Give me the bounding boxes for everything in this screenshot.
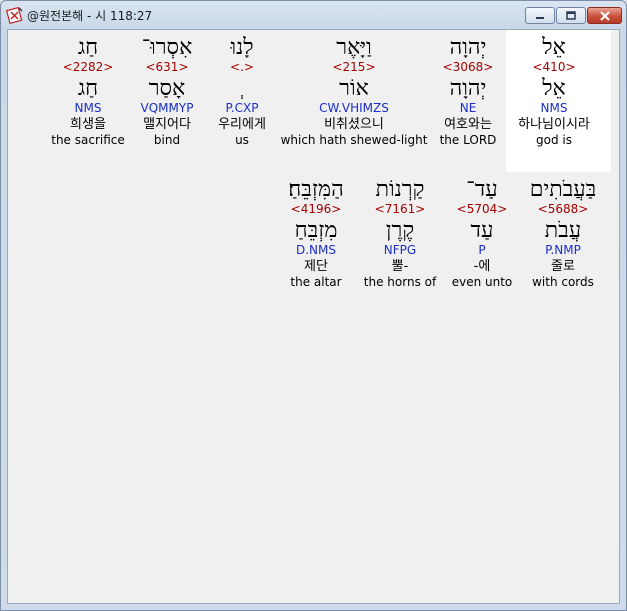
minimize-button[interactable] — [525, 7, 555, 24]
word-column[interactable]: לָנוּ <.> ְ P.CXP 우리에게 us — [218, 36, 266, 148]
grammar-code: P.CXP — [225, 101, 259, 115]
grammar-code: VQMMYP — [140, 101, 194, 115]
app-window: @원전본해 - 시 118:27 אֵל <410> אֵל NMS 하나님이시… — [0, 0, 627, 611]
hebrew-lemma: ְ — [218, 77, 266, 101]
grammar-code: NMS — [540, 101, 568, 115]
korean-gloss: 줄로 — [551, 259, 575, 274]
grammar-code: P — [478, 243, 486, 257]
title-bar[interactable]: @원전본해 - 시 118:27 — [1, 1, 626, 29]
hebrew-lemma: חַג — [77, 76, 99, 101]
hebrew-lemma: יְהוָה — [449, 76, 487, 101]
grammar-code: D.NMS — [295, 243, 337, 257]
strong-number[interactable]: <7161> — [364, 202, 436, 217]
minimize-icon — [536, 16, 544, 19]
korean-gloss: 우리에게 — [218, 117, 266, 132]
word-column[interactable]: הַמִּזְבֵּחַ׃ <4196> מִזְבֵּחַ D.NMS 제단 … — [288, 178, 343, 290]
word-column[interactable]: אִסְרוּ־ <631> אָסַר VQMMYP 맬지어다 bind — [141, 36, 194, 148]
strong-number[interactable]: <5704> — [452, 202, 513, 217]
hebrew-word: קַרְנוֹת — [375, 177, 425, 202]
english-gloss: bind — [153, 133, 181, 147]
hebrew-word: לָנוּ — [230, 35, 254, 60]
hebrew-word: יְהוָה — [449, 35, 487, 60]
grammar-code: P.NMP — [545, 243, 581, 257]
strong-number[interactable]: <410> — [518, 60, 590, 75]
close-button[interactable] — [587, 7, 622, 24]
word-column[interactable]: קַרְנוֹת <7161> קֶרֶן NFPG 뿔- the horns … — [364, 178, 436, 290]
grammar-code: NMS — [74, 101, 102, 115]
english-gloss: which hath shewed-light — [280, 133, 428, 147]
word-column[interactable]: חַג <2282> חַג NMS 희생을 the sacrifice — [51, 36, 125, 148]
close-icon — [599, 10, 610, 21]
hebrew-word: חַג — [77, 35, 99, 60]
english-gloss: the LORD — [439, 133, 497, 147]
korean-gloss: 맬지어다 — [143, 117, 191, 132]
english-gloss: god is — [536, 133, 572, 147]
hebrew-lemma: אָסַר — [148, 76, 186, 101]
bible-app-icon[interactable] — [5, 6, 24, 25]
strong-number[interactable]: <3068> — [440, 60, 497, 75]
hebrew-word: וַיָּאֶר — [336, 35, 372, 60]
maximize-button[interactable] — [556, 7, 586, 24]
word-column[interactable]: יְהוָה <3068> יְהוָה NE 여호와는 the LORD — [440, 36, 497, 148]
strong-number[interactable]: <4196> — [288, 202, 343, 217]
korean-gloss: 제단 — [304, 259, 328, 274]
english-gloss: us — [235, 133, 249, 147]
english-gloss: the sacrifice — [51, 133, 125, 147]
strong-number[interactable]: <2282> — [51, 60, 125, 75]
hebrew-lemma: עַד — [470, 218, 494, 243]
english-gloss: even unto — [451, 275, 513, 289]
hebrew-lemma: עֲבֹת — [544, 218, 582, 243]
korean-gloss: 희생을 — [70, 117, 106, 132]
window-title: @원전본해 - 시 118:27 — [27, 9, 153, 23]
interlinear-view[interactable]: אֵל <410> אֵל NMS 하나님이시라 god is יְהוָה <… — [7, 29, 620, 604]
strong-number[interactable]: <.> — [218, 60, 266, 75]
korean-gloss: 뿔- — [391, 259, 409, 274]
word-column[interactable]: וַיָּאֶר <215> אוֹר CW.VHIMZS 비취셨으니 whic… — [281, 36, 428, 148]
hebrew-lemma: אֵל — [542, 76, 566, 101]
korean-gloss: 비취셨으니 — [324, 117, 384, 132]
hebrew-lemma: מִזְבֵּחַ — [294, 218, 338, 243]
hebrew-word: עַד־ — [466, 177, 498, 202]
hebrew-word: אִסְרוּ־ — [141, 35, 193, 60]
word-column[interactable]: עַד־ <5704> עַד P -에 even unto — [452, 178, 513, 290]
strong-number[interactable]: <215> — [281, 60, 428, 75]
strong-number[interactable]: <5688> — [530, 202, 597, 217]
maximize-icon — [566, 10, 576, 20]
english-gloss: the horns of — [363, 275, 437, 289]
hebrew-word: בַּעֲבֹתִים — [529, 177, 597, 202]
hebrew-lemma: קֶרֶן — [385, 218, 415, 243]
hebrew-word: הַמִּזְבֵּחַ׃ — [288, 177, 344, 202]
strong-number[interactable]: <631> — [141, 60, 194, 75]
grammar-code: NFPG — [383, 243, 417, 257]
english-gloss: the altar — [290, 275, 342, 289]
hebrew-word: אֵל — [542, 35, 566, 60]
korean-gloss: 하나님이시라 — [518, 117, 590, 132]
grammar-code: NE — [459, 101, 477, 115]
grammar-code: CW.VHIMZS — [319, 101, 389, 115]
word-column[interactable]: אֵל <410> אֵל NMS 하나님이시라 god is — [518, 36, 590, 148]
hebrew-lemma: אוֹר — [339, 76, 369, 101]
word-column[interactable]: בַּעֲבֹתִים <5688> עֲבֹת P.NMP 줄로 with c… — [530, 178, 597, 290]
korean-gloss: 여호와는 — [444, 117, 492, 132]
english-gloss: with cords — [532, 275, 594, 289]
korean-gloss: -에 — [473, 259, 491, 274]
